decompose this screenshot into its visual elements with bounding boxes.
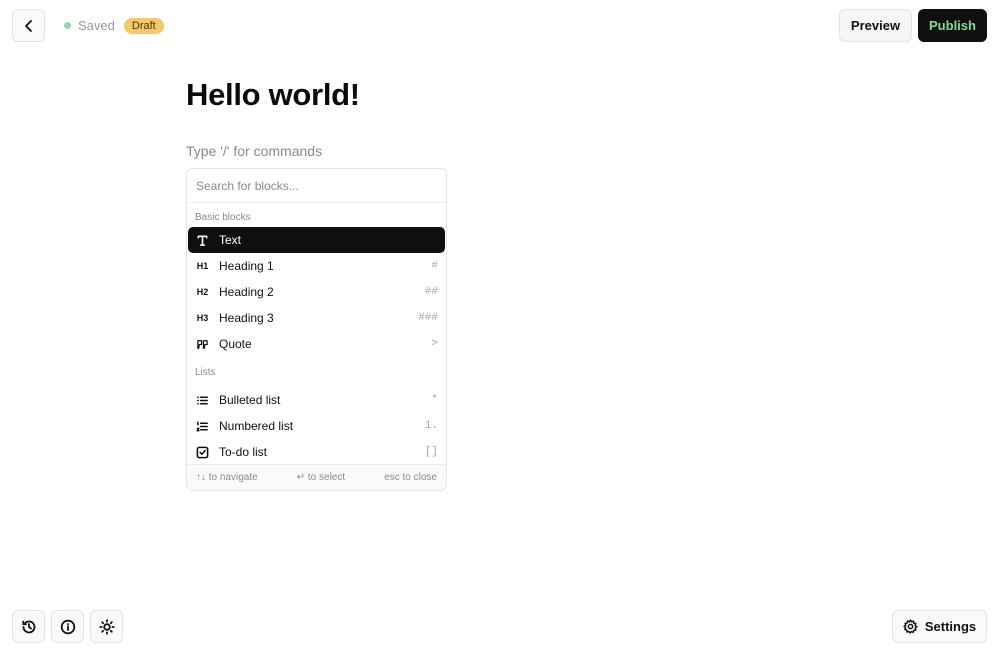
save-status: Saved Draft: [64, 17, 164, 34]
group-label-lists: Lists: [195, 367, 216, 378]
menu-item-heading-2[interactable]: H2 Heading 2 ##: [188, 279, 445, 305]
info-button[interactable]: [51, 610, 84, 643]
heading-1-icon: H1: [196, 261, 209, 271]
bulleted-list-icon: [195, 393, 210, 408]
save-status-text: Saved: [78, 18, 115, 33]
menu-item-quote[interactable]: Quote >: [188, 331, 445, 357]
publish-button[interactable]: Publish: [918, 9, 987, 42]
history-icon: [21, 620, 35, 633]
menu-item-label: Heading 3: [219, 311, 274, 325]
hint-close: esc to close: [384, 472, 437, 483]
theme-toggle-button[interactable]: [90, 610, 123, 643]
menu-item-shortcut: ###: [418, 312, 438, 324]
checkbox-icon: [195, 445, 210, 460]
menu-item-label: Quote: [219, 337, 252, 351]
status-dot: [64, 22, 71, 29]
block-search-field[interactable]: [187, 169, 446, 203]
menu-item-todo-list[interactable]: To-do list []: [188, 439, 445, 465]
menu-item-heading-3[interactable]: H3 Heading 3 ###: [188, 305, 445, 331]
menu-item-shortcut: 1.: [424, 420, 438, 432]
heading-2-icon: H2: [196, 287, 209, 297]
menu-footer: ↑↓ to navigate ↵ to select esc to close: [187, 464, 446, 490]
menu-item-label: To-do list: [219, 445, 268, 459]
hint-navigate: ↑↓ to navigate: [196, 472, 258, 483]
menu-item-label: Numbered list: [219, 419, 294, 433]
menu-item-label: Bulleted list: [219, 393, 281, 407]
command-hint[interactable]: Type '/' for commands: [186, 143, 322, 159]
menu-item-shortcut: *: [431, 394, 438, 406]
menu-item-heading-1[interactable]: H1 Heading 1 #: [188, 253, 445, 279]
chevron-left-icon: [24, 19, 32, 32]
menu-item-shortcut: []: [424, 446, 438, 458]
menu-item-label: Heading 1: [219, 259, 274, 273]
page-title[interactable]: Hello world!: [186, 77, 360, 113]
settings-button[interactable]: Settings: [892, 610, 987, 643]
hint-select: ↵ to select: [296, 472, 346, 483]
menu-item-text[interactable]: Text: [188, 227, 445, 253]
preview-button[interactable]: Preview: [839, 9, 912, 42]
draft-badge: Draft: [123, 17, 164, 34]
info-icon: [60, 619, 75, 634]
menu-item-shortcut: ##: [424, 286, 438, 298]
sun-icon: [98, 618, 115, 635]
block-search-input[interactable]: [196, 178, 437, 193]
text-t-icon: [195, 233, 210, 248]
settings-label: Settings: [924, 619, 977, 634]
menu-item-numbered-list[interactable]: Numbered list 1.: [188, 413, 445, 439]
menu-item-bulleted-list[interactable]: Bulleted list *: [188, 387, 445, 413]
block-menu: Basic blocks Text H1 Heading 1 # H2 Head…: [186, 168, 447, 491]
heading-3-icon: H3: [196, 313, 209, 323]
back-button[interactable]: [12, 9, 45, 42]
menu-item-shortcut: >: [431, 338, 438, 350]
history-button[interactable]: [12, 610, 45, 643]
group-label-basic: Basic blocks: [195, 212, 251, 223]
menu-item-shortcut: #: [431, 260, 438, 272]
menu-item-label: Heading 2: [219, 285, 274, 299]
numbered-list-icon: [195, 419, 210, 434]
quote-icon: [195, 337, 210, 352]
menu-item-label: Text: [219, 233, 242, 247]
block-list[interactable]: Basic blocks Text H1 Heading 1 # H2 Head…: [187, 203, 446, 465]
gear-icon: [902, 619, 918, 634]
